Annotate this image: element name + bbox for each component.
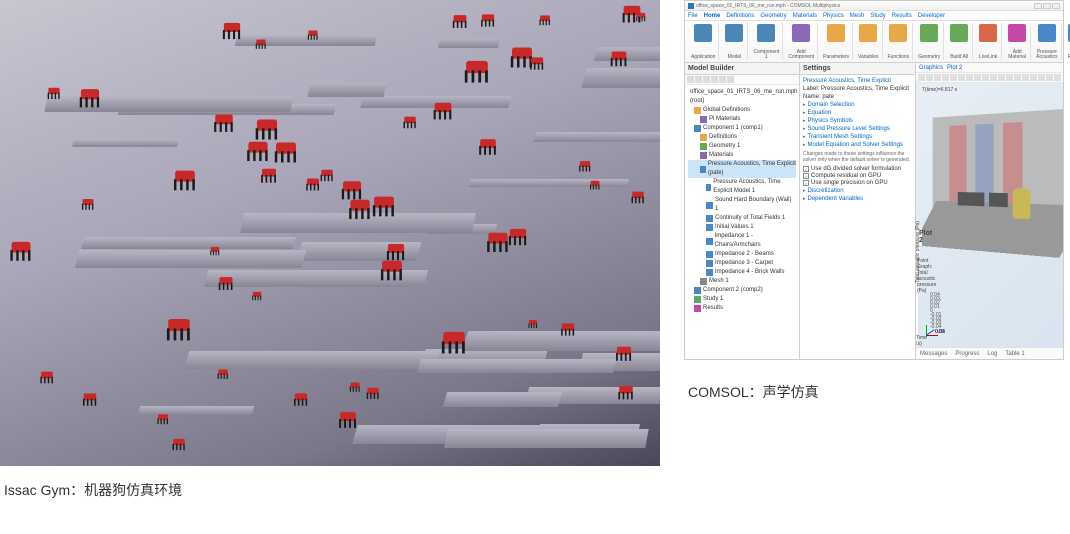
plot-pane: Plot 2 Point Graph: Total acoustic press… (916, 227, 918, 347)
ribbon-add-component[interactable]: Add Component (785, 23, 818, 60)
menu-study[interactable]: Study (870, 13, 885, 19)
name-row: Name: pate (803, 94, 912, 100)
graphics-stack: Graphics Plot 2 T(time)=6.817 s (916, 63, 1063, 359)
tree-item[interactable]: Results (688, 304, 796, 313)
menu-file[interactable]: File (688, 13, 698, 19)
tree-item[interactable]: Pressure Acoustics, Time Explicit (pate) (688, 160, 796, 178)
graphics-tab[interactable]: Plot 2 (947, 65, 962, 71)
ribbon-model[interactable]: Model (721, 23, 748, 60)
window-controls[interactable] (1034, 3, 1060, 9)
settings-body: Pressure Acoustics, Time Explicit Label:… (800, 75, 915, 207)
graphics-toolbar[interactable] (916, 73, 1063, 83)
settings-checkbox[interactable]: ✓Compute residual on GPU (803, 173, 912, 179)
menu-physics[interactable]: Physics (823, 13, 844, 19)
ribbon-component-1[interactable]: Component 1 (750, 23, 783, 60)
graphics-tab[interactable]: Graphics (919, 65, 943, 71)
tree-item[interactable]: Impedance 3 - Carpet (688, 259, 796, 268)
settings-subtitle: Pressure Acoustics, Time Explicit (803, 78, 912, 84)
plot-ylabel: Total acoustic pressure (Pa) (915, 221, 921, 283)
menubar[interactable]: File Home Definitions Geometry Materials Phys… (685, 11, 1063, 21)
tree-item[interactable]: Study 1 (688, 295, 796, 304)
ribbon-add-material[interactable]: Add Material (1004, 23, 1031, 60)
menu-home[interactable]: Home (704, 13, 721, 19)
tree-item[interactable]: Impedance 4 - Brick Walls (688, 268, 796, 277)
bottom-tab[interactable]: Table 1 (1005, 351, 1024, 357)
ribbon-variables[interactable]: Variables (855, 23, 882, 60)
y-tick: 0.04 (930, 292, 940, 298)
ribbon-parameters[interactable]: Parameters (820, 23, 853, 60)
menu-geometry[interactable]: Geometry (760, 13, 786, 19)
tree-item[interactable]: Initial Values 1 (688, 223, 796, 232)
ribbon-physics[interactable]: Physics (1064, 23, 1070, 60)
room-render (925, 85, 1063, 261)
workspace: Model Builder office_space_01_IRTS_06_me… (685, 63, 1063, 359)
tree-item[interactable]: Impedance 2 - Beams (688, 250, 796, 259)
ribbon-pressure-acoustics[interactable]: Pressure Acoustics (1033, 23, 1061, 60)
bottom-tab[interactable]: Log (987, 351, 997, 357)
tree-item[interactable]: Materials (688, 151, 796, 160)
comsol-panel: office_space_01_IRTS_06_me_run.mph - COM… (684, 0, 1064, 534)
tree-item[interactable]: Pi Materials (688, 115, 796, 124)
tree-item[interactable]: Mesh 1 (688, 277, 796, 286)
settings-checkbox[interactable]: ✓Use single precision on GPU (803, 180, 912, 186)
settings-link[interactable]: Discretization (803, 188, 912, 194)
tree-item[interactable]: Global Definitions (688, 106, 796, 115)
model-builder-pane: Model Builder office_space_01_IRTS_06_me… (685, 63, 800, 359)
settings-link[interactable]: Equation (803, 110, 912, 116)
settings-pane: Settings Pressure Acoustics, Time Explic… (800, 63, 916, 359)
app-icon (688, 3, 694, 9)
settings-link[interactable]: Sound Pressure Level Settings (803, 126, 912, 132)
comsol-window: office_space_01_IRTS_06_me_run.mph - COM… (684, 0, 1064, 360)
terrain (0, 0, 660, 466)
model-tree[interactable]: office_space_01_IRTS_06_me_run.mph (root… (685, 85, 799, 316)
graphics-tabs[interactable]: Graphics Plot 2 (916, 63, 1063, 73)
settings-link[interactable]: Dependent Variables (803, 196, 912, 202)
settings-link[interactable]: Domain Selection (803, 102, 912, 108)
bottom-tab[interactable]: Progress (955, 351, 979, 357)
menu-materials[interactable]: Materials (793, 13, 817, 19)
model-builder-header: Model Builder (685, 63, 799, 75)
graphics-overlay: T(time)=6.817 s (922, 87, 957, 93)
settings-link[interactable]: Model Equation and Solver Settings (803, 142, 912, 148)
isaac-caption: Issac Gym：机器狗仿真环境 (0, 480, 660, 500)
tree-item[interactable]: Geometry 1 (688, 142, 796, 151)
settings-header: Settings (800, 63, 915, 75)
model-builder-toolbar[interactable] (685, 75, 799, 85)
bottom-tab[interactable]: Messages (920, 351, 947, 357)
tree-item[interactable]: Continuity of Total Fields 1 (688, 214, 796, 223)
settings-link[interactable]: Physics Symbols (803, 118, 912, 124)
ribbon-application[interactable]: Application (688, 23, 719, 60)
menu-mesh[interactable]: Mesh (850, 13, 865, 19)
ribbon-build-all[interactable]: Build All (946, 23, 973, 60)
tree-item[interactable]: Impedance 1 - Chairs/Armchairs (688, 232, 796, 250)
plot-area[interactable] (940, 299, 941, 300)
tree-item[interactable]: Component 1 (comp1) (688, 124, 796, 133)
menu-developer[interactable]: Developer (918, 13, 945, 19)
bottom-tabs[interactable]: Messages Progress Log Table 1 (916, 347, 1063, 359)
ribbon[interactable]: ApplicationModelComponent 1Add Component… (685, 21, 1063, 63)
titlebar: office_space_01_IRTS_06_me_run.mph - COM… (685, 1, 1063, 11)
ribbon-geometry[interactable]: Geometry (915, 23, 944, 60)
ribbon-functions[interactable]: Functions (885, 23, 914, 60)
ribbon-livelink[interactable]: LiveLink (975, 23, 1002, 60)
settings-link[interactable]: Transient Mesh Settings (803, 134, 912, 140)
menu-definitions[interactable]: Definitions (726, 13, 754, 19)
isaac-gym-screenshot (0, 0, 660, 466)
x-tick: 0.06 (935, 329, 945, 335)
plot-xlabel: Time (s) (916, 335, 918, 347)
tree-item[interactable]: Component 2 (comp2) (688, 286, 796, 295)
comsol-caption: COMSOL：声学仿真 (684, 382, 1064, 402)
isaac-gym-panel: Issac Gym：机器狗仿真环境 (0, 0, 660, 534)
tree-item[interactable]: Definitions (688, 133, 796, 142)
tree-root[interactable]: office_space_01_IRTS_06_me_run.mph (root… (688, 88, 796, 106)
menu-results[interactable]: Results (892, 13, 912, 19)
label-row: Label: Pressure Acoustics, Time Explicit (803, 86, 912, 92)
tree-item[interactable]: Sound Hard Boundary (Wall) 1 (688, 196, 796, 214)
tree-item[interactable]: Pressure Acoustics, Time Explicit Model … (688, 178, 796, 196)
settings-checkbox[interactable]: ✓Use dG divided solver formulation (803, 166, 912, 172)
settings-info: Changes made to these settings influence… (803, 151, 912, 163)
window-title: office_space_01_IRTS_06_me_run.mph - COM… (696, 3, 840, 9)
